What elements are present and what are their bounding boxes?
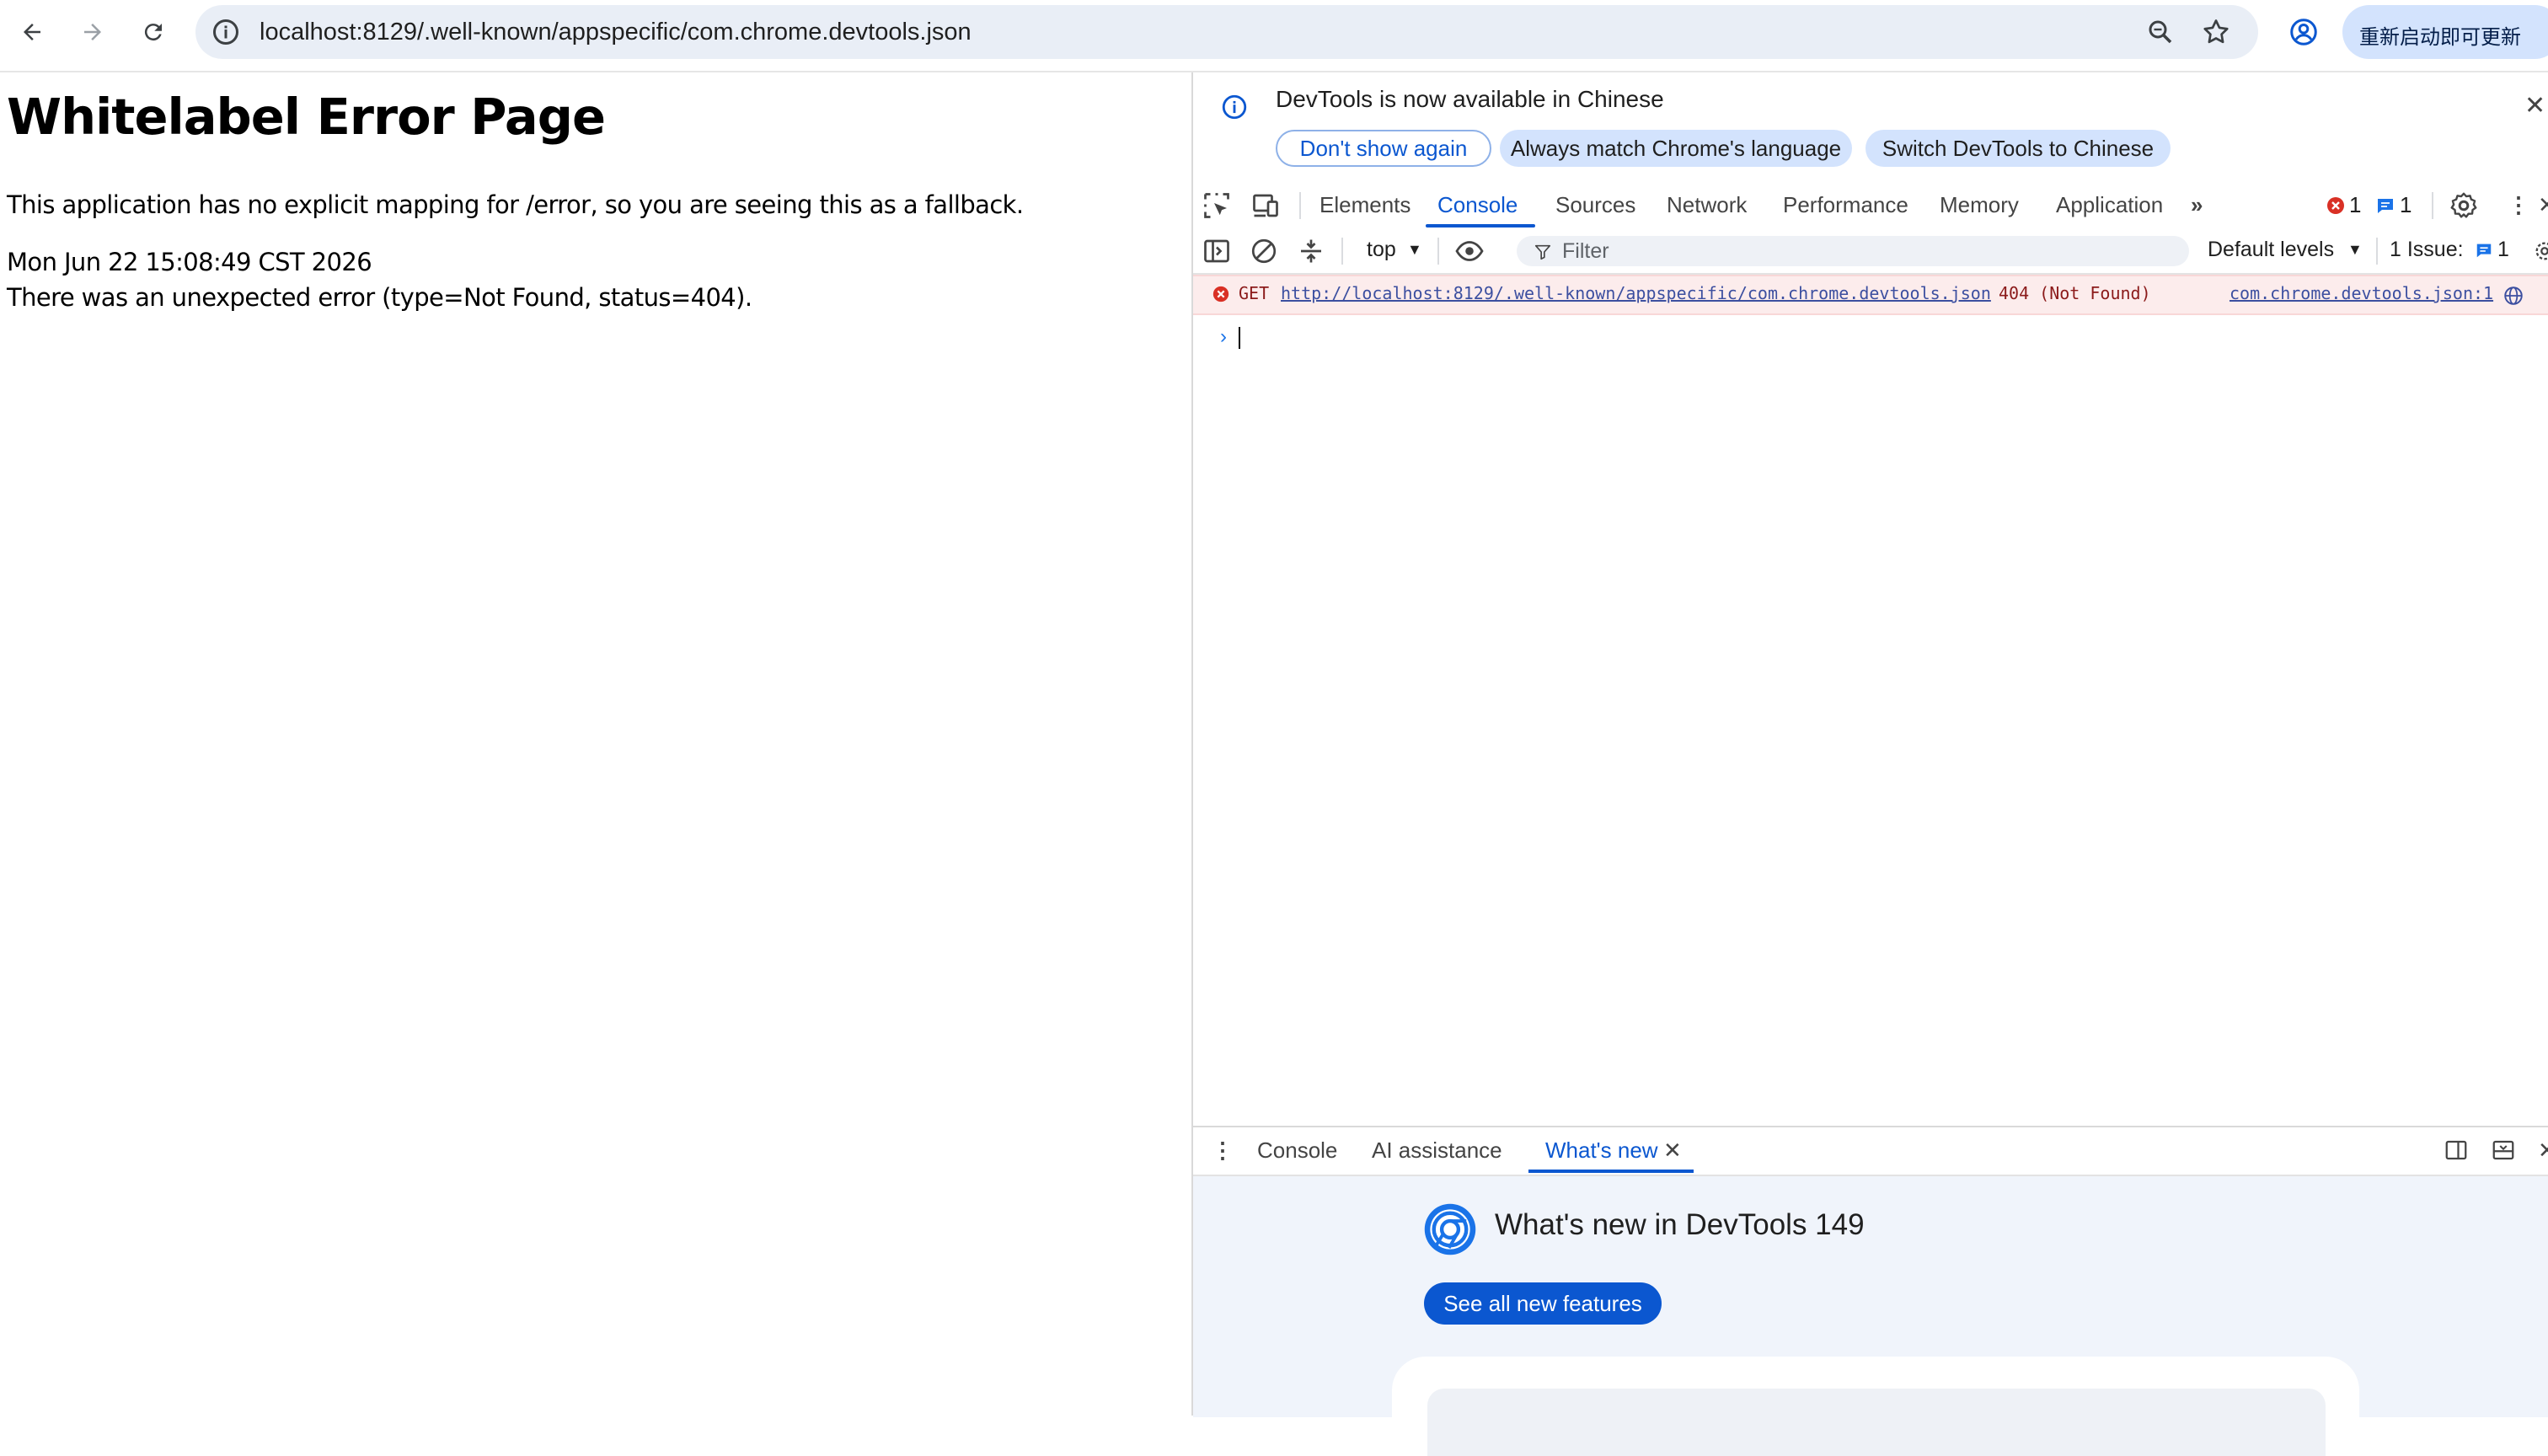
page-title: Whitelabel Error Page	[7, 88, 606, 146]
toolbar-divider	[1341, 238, 1343, 265]
whats-new-title: What's new in DevTools 149	[1495, 1208, 1865, 1241]
console-toolbar: top ▼ Filter Default levels ▼ 1 Issue: 1	[1193, 229, 2548, 275]
filter-funnel-icon	[1534, 244, 1551, 260]
url-text[interactable]: localhost:8129/.well-known/appspecific/c…	[260, 15, 972, 49]
message-count-icon[interactable]	[2374, 195, 2396, 216]
devtools-menu-icon[interactable]: ⋮	[2508, 192, 2529, 218]
drawer-tabbar: ⋮ Console AI assistance What's new ✕ ✕	[1193, 1127, 2548, 1176]
log-levels-dropdown[interactable]: Default levels	[2208, 238, 2334, 262]
devtools-drawer: ⋮ Console AI assistance What's new ✕ ✕ W…	[1193, 1126, 2548, 1456]
tab-sources[interactable]: Sources	[1555, 192, 1635, 218]
update-restart-button[interactable]: 重新启动即可更新 ⋮	[2342, 5, 2548, 59]
error-icon	[1212, 286, 1229, 302]
reload-icon[interactable]	[136, 15, 170, 49]
info-icon	[1222, 94, 1247, 120]
more-tabs-chevron-icon[interactable]: »	[2191, 192, 2203, 218]
issues-count[interactable]: 1	[2497, 238, 2509, 262]
console-error-row[interactable]: GET http://localhost:8129/.well-known/ap…	[1193, 275, 2548, 315]
request-url-link[interactable]: http://localhost:8129/.well-known/appspe…	[1281, 283, 1991, 303]
drawer-tab-ai-assistance[interactable]: AI assistance	[1372, 1138, 1502, 1164]
tab-memory[interactable]: Memory	[1940, 192, 2019, 218]
page-content: Whitelabel Error Page This application h…	[0, 72, 1191, 1416]
source-location-link[interactable]: com.chrome.devtools.json:1	[2230, 283, 2493, 303]
dock-bottom-icon[interactable]	[2491, 1138, 2516, 1163]
dont-show-again-button[interactable]: Don't show again	[1276, 130, 1491, 167]
site-info-icon[interactable]	[211, 17, 241, 47]
toolbar-divider	[1299, 192, 1301, 219]
message-count[interactable]: 1	[2400, 192, 2412, 218]
toolbar-divider	[1437, 238, 1439, 265]
more-menu-icon[interactable]: ⋮	[2538, 17, 2548, 46]
context-dropdown-icon[interactable]: ▼	[1407, 241, 1422, 259]
match-language-button[interactable]: Always match Chrome's language	[1500, 130, 1852, 167]
collapse-groups-icon[interactable]	[1296, 236, 1326, 266]
error-explanation: This application has no explicit mapping…	[7, 190, 1024, 219]
tab-application[interactable]: Application	[2056, 192, 2163, 218]
error-count-icon[interactable]	[2326, 195, 2346, 216]
settings-gear-icon[interactable]	[2449, 190, 2479, 221]
drawer-tab-whats-new[interactable]: What's new	[1545, 1138, 1658, 1164]
language-infobar: DevTools is now available in Chinese ✕ D…	[1193, 72, 2548, 182]
browser-toolbar: localhost:8129/.well-known/appspecific/c…	[0, 0, 2548, 72]
dock-side-icon[interactable]	[2444, 1138, 2469, 1163]
update-label: 重新启动即可更新	[2359, 26, 2521, 49]
live-expression-eye-icon[interactable]	[1454, 236, 1485, 266]
see-all-features-button[interactable]: See all new features	[1424, 1282, 1662, 1325]
feature-card-preview	[1427, 1389, 2326, 1456]
toolbar-divider	[2376, 238, 2378, 265]
filter-placeholder: Filter	[1562, 239, 1609, 263]
infobar-message: DevTools is now available in Chinese	[1276, 86, 1664, 112]
inspect-element-icon[interactable]	[1202, 190, 1232, 221]
tab-elements[interactable]: Elements	[1320, 192, 1410, 218]
tab-performance[interactable]: Performance	[1783, 192, 1908, 218]
back-arrow-icon[interactable]	[15, 15, 49, 49]
bookmark-star-icon[interactable]	[2201, 17, 2231, 47]
switch-to-chinese-button[interactable]: Switch DevTools to Chinese	[1866, 130, 2171, 167]
toolbar-divider	[2432, 192, 2433, 219]
active-tab-indicator	[1426, 224, 1535, 228]
error-detail: There was an unexpected error (type=Not …	[7, 283, 752, 312]
tab-network[interactable]: Network	[1667, 192, 1747, 218]
network-globe-icon[interactable]	[2502, 285, 2524, 307]
console-prompt-chevron-icon: ›	[1220, 325, 1227, 348]
zoom-icon[interactable]	[2145, 17, 2176, 47]
feature-card	[1392, 1357, 2359, 1456]
levels-dropdown-icon[interactable]: ▼	[2347, 241, 2363, 259]
issues-message-icon[interactable]	[2474, 241, 2494, 260]
console-settings-icon[interactable]	[2533, 239, 2548, 263]
close-tab-icon[interactable]: ✕	[1663, 1138, 1682, 1164]
close-devtools-icon[interactable]: ✕	[2538, 192, 2548, 218]
console-input-caret[interactable]	[1239, 327, 1240, 349]
devtools-tabbar: Elements Console Sources Network Perform…	[1193, 182, 2548, 231]
close-icon[interactable]: ✕	[2524, 91, 2545, 120]
devtools-panel: DevTools is now available in Chinese ✕ D…	[1191, 72, 2548, 1456]
drawer-active-indicator	[1528, 1170, 1694, 1173]
error-timestamp: Mon Jun 22 15:08:49 CST 2026	[7, 248, 372, 276]
drawer-menu-icon[interactable]: ⋮	[1212, 1138, 1234, 1164]
drawer-tab-console[interactable]: Console	[1257, 1138, 1337, 1164]
issues-label[interactable]: 1 Issue:	[2390, 238, 2464, 262]
error-count[interactable]: 1	[2349, 192, 2361, 218]
profile-icon[interactable]	[2288, 17, 2319, 47]
close-drawer-icon[interactable]: ✕	[2538, 1138, 2548, 1164]
device-toolbar-icon[interactable]	[1250, 190, 1281, 221]
request-method: GET	[1239, 283, 1270, 303]
response-status: 404 (Not Found)	[1999, 283, 2151, 303]
sidebar-toggle-icon[interactable]	[1202, 236, 1232, 266]
forward-arrow-icon[interactable]	[76, 15, 110, 49]
address-bar[interactable]: localhost:8129/.well-known/appspecific/c…	[195, 5, 2258, 59]
chrome-devtools-logo-icon	[1424, 1203, 1476, 1255]
context-selector[interactable]: top	[1367, 238, 1396, 262]
tab-console[interactable]: Console	[1437, 192, 1518, 218]
filter-input[interactable]: Filter	[1517, 236, 2189, 266]
clear-console-icon[interactable]	[1249, 236, 1279, 266]
